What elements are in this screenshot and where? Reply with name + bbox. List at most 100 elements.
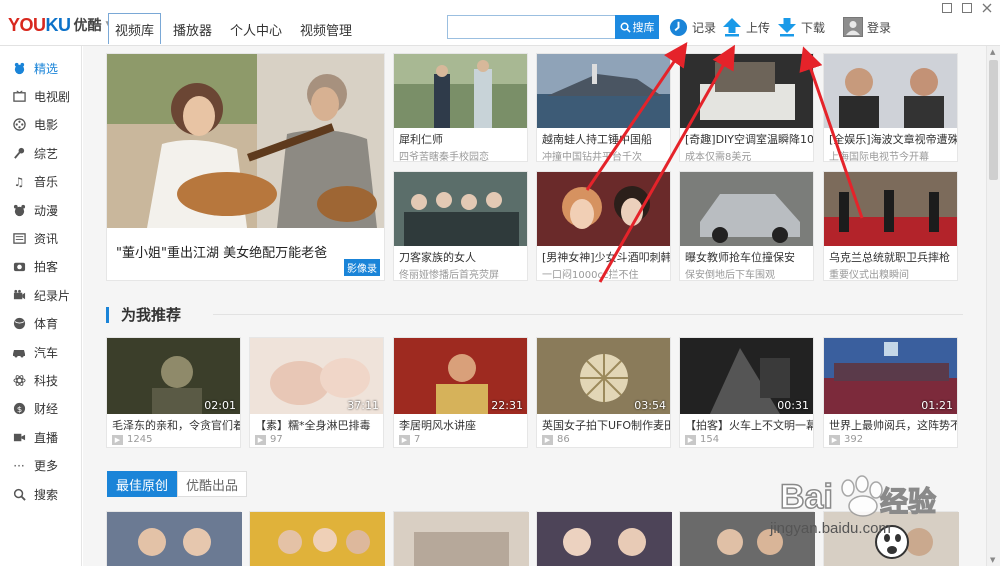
tab-best-original[interactable]: 最佳原创 [107,471,178,497]
video-card[interactable] [536,511,672,566]
video-thumbnail: 22:31 [394,338,527,414]
film-reel-icon [12,118,26,132]
section-accent-bar [106,306,109,323]
history-label: 记录 [692,20,717,35]
video-card[interactable] [249,511,385,566]
search-icon [12,487,26,501]
upload-button[interactable]: 上传 [722,17,770,37]
play-icon: ▶ [112,434,123,445]
history-button[interactable]: 记录 [668,17,716,37]
video-card[interactable] [106,511,242,566]
featured-thumbnail [107,54,384,228]
login-label: 登录 [867,20,892,35]
avatar-icon [843,17,863,37]
maximize-button[interactable] [962,2,972,16]
video-subtitle: 佟丽娅惨播后首亮荧屏 [399,270,499,281]
youku-logo[interactable]: YOUKU 优酷 ▼ [8,14,112,36]
nav-video-library[interactable]: 视频库 [108,13,162,44]
clock-icon [668,17,688,37]
live-icon [12,430,26,444]
video-card[interactable]: 曝女教师抢车位撞保安 保安倒地后下车围观 [679,171,814,281]
sidebar-item-label: 更多 [34,459,59,474]
sidebar-item-paike[interactable]: 拍客 [0,253,81,281]
nav-video-manage[interactable]: 视频管理 [294,15,358,43]
baidu-watermark: Bai 经验 jingyan.baidu.com [740,470,970,560]
sidebar-item-sports[interactable]: 体育 [0,310,81,338]
sidebar-item-finance[interactable]: $ 财经 [0,395,81,423]
video-thumbnail: 02:01 [107,338,240,414]
video-card[interactable]: [男神女神]少女斗酒叩刺韩星 一口闷1000cc拦不住 [536,171,671,281]
sidebar-item-news[interactable]: 资讯 [0,224,81,252]
video-card[interactable]: [全娱乐]海波文章视帝遭殊名 上海国际电视节今开幕 [823,53,958,163]
watermark-bai: Bai [779,477,833,517]
sidebar-item-music[interactable]: ♫ 音乐 [0,168,81,196]
car-icon [12,345,26,359]
video-card[interactable]: 越南蛙人持工锤中国船 冲撞中国钻井平台千次 [536,53,671,163]
video-card[interactable]: 乌克兰总统就职卫兵摔枪 重要仪式出糗瞬间 [823,171,958,281]
minimize-button[interactable] [942,2,952,16]
video-duration: 37:11 [347,399,379,412]
login-button[interactable]: 登录 [843,17,891,37]
close-button[interactable] [982,2,992,16]
video-card[interactable]: 刀客家族的女人 佟丽娅惨播后首亮荧屏 [393,171,528,281]
video-thumbnail [537,172,670,246]
video-card[interactable]: [奇趣]DIY空调室温瞬降10度 成本仅需8美元 [679,53,814,163]
vertical-scrollbar[interactable]: ▲ ▼ [986,46,1000,566]
video-views: ▶ 154 [680,433,813,445]
featured-video-card[interactable]: "董小姐"重出江湖 美女绝配万能老爸 影像录 [106,53,385,281]
download-icon [777,17,797,37]
video-card[interactable]: 37:11 【素】糯*全身淋巴排毒 ▶ 97 [249,337,384,448]
play-icon: ▶ [685,434,696,445]
nav-player[interactable]: 播放器 [167,15,218,43]
video-card[interactable]: 01:21 世界上最帅阅兵，这阵势不 ▶ 392 [823,337,958,448]
sidebar-item-featured[interactable]: 精选 [0,54,81,82]
sidebar-item-auto[interactable]: 汽车 [0,338,81,366]
video-views: ▶ 86 [537,433,670,445]
sidebar-item-search[interactable]: 搜索 [0,480,81,508]
video-duration: 01:21 [921,399,953,412]
video-card[interactable]: 02:01 毛泽东的亲和，令贪官们着后 ▶ 1245 [106,337,241,448]
video-thumbnail: 03:54 [537,338,670,414]
sidebar-item-label: 动漫 [34,203,59,218]
sidebar-item-documentary[interactable]: 纪录片 [0,281,81,309]
video-views: ▶ 97 [250,433,383,445]
video-card[interactable] [393,511,529,566]
search-input[interactable] [447,15,615,39]
video-card[interactable]: 03:54 英国女子拍下UFO制作麦田 ▶ 86 [536,337,671,448]
ball-icon [12,317,26,331]
search-button[interactable]: 搜库 [615,15,659,39]
original-tabs: 最佳原创 优酷出品 [107,471,248,497]
featured-title[interactable]: "董小姐"重出江湖 美女绝配万能老爸 [107,228,384,261]
sidebar-item-variety[interactable]: 综艺 [0,139,81,167]
scrollbar-thumb[interactable] [989,60,998,180]
sidebar-item-movie[interactable]: 电影 [0,111,81,139]
download-button[interactable]: 下载 [777,17,825,37]
scroll-up-icon[interactable]: ▲ [990,48,995,56]
video-card[interactable]: 犀利仁师 四爷苦瞎秦手校园恋 [393,53,528,163]
sidebar-item-more[interactable]: ··· 更多 [0,451,81,479]
sidebar-item-label: 资讯 [34,232,59,247]
video-title: 刀客家族的女人 [399,251,476,264]
video-title: 【拍客】火车上不文明一幕 [685,419,813,432]
sidebar-item-live[interactable]: 直播 [0,423,81,451]
video-thumbnail [824,172,957,246]
sidebar-item-label: 电视剧 [34,90,71,105]
video-card[interactable]: 00:31 【拍客】火车上不文明一幕 ▶ 154 [679,337,814,448]
video-card[interactable]: 22:31 李居明风水讲座 ▶ 7 [393,337,528,448]
sidebar-item-label: 财经 [34,402,59,417]
video-title: 犀利仁师 [399,133,443,146]
tab-youku-produced[interactable]: 优酷出品 [177,471,248,497]
sidebar-item-label: 体育 [34,317,59,332]
sidebar-item-label: 音乐 [34,175,59,190]
video-title: 乌克兰总统就职卫兵摔枪 [829,251,950,264]
logo-text-2: KU [45,14,72,35]
camera-icon [12,260,26,274]
sidebar-item-tech[interactable]: 科技 [0,366,81,394]
camcorder-icon [12,288,26,302]
view-count: 97 [270,434,283,445]
video-title: 英国女子拍下UFO制作麦田 [542,419,670,432]
sidebar-item-tv[interactable]: 电视剧 [0,82,81,110]
nav-personal-center[interactable]: 个人中心 [224,15,288,43]
sidebar-item-anime[interactable]: 动漫 [0,196,81,224]
scroll-down-icon[interactable]: ▼ [990,556,995,564]
